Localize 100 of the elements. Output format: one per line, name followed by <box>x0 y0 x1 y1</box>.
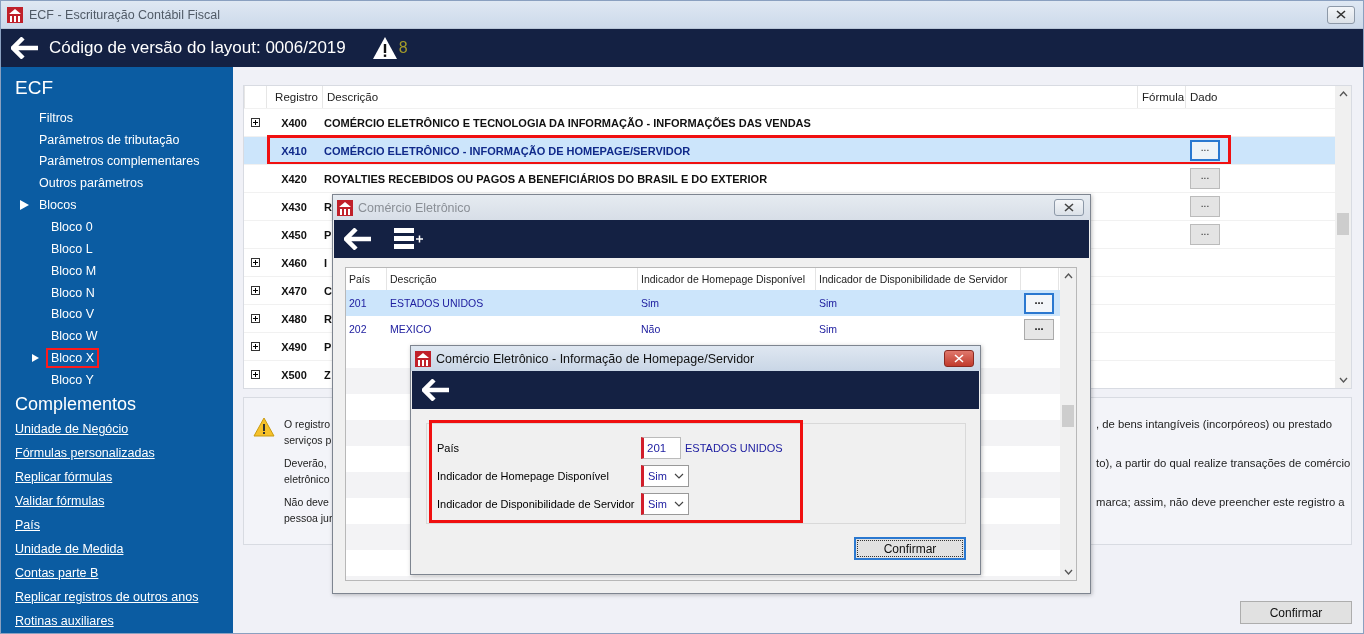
scroll-thumb[interactable] <box>1337 213 1349 235</box>
sidebar-heading: Complementos <box>14 392 138 416</box>
table-cell: COMÉRCIO ELETRÔNICO - INFORMAÇÃO DE HOMEPAGE/SERVIDOR <box>324 144 691 157</box>
table-cell-text: ESTADOS UNIDOS <box>389 297 485 309</box>
data-button[interactable]: ... <box>1190 224 1220 245</box>
table-cell-text: X400 <box>280 116 308 129</box>
warning-count: 8 <box>398 39 408 57</box>
table-row[interactable]: X420 ROYALTIES RECEBIDOS OU PAGOS A BENEFICIÁRIOS DO BRASIL E DO EXTERIOR ... <box>244 164 1335 192</box>
sidebar-item[interactable]: Blocos <box>34 195 82 216</box>
table-row[interactable]: X410 COMÉRCIO ELETRÔNICO - INFORMAÇÃO DE HOMEPAGE/SERVIDOR ... <box>244 136 1335 164</box>
expand-icon[interactable] <box>250 258 260 267</box>
close-button[interactable] <box>1327 5 1355 24</box>
sidebar-item[interactable]: Bloco L <box>46 238 98 259</box>
dropdown[interactable]: Sim <box>641 465 689 487</box>
dialog-title: Comércio Eletrônico <box>358 200 472 215</box>
expand-triangle-icon[interactable] <box>20 200 29 211</box>
table-row[interactable]: 201 ESTADOS UNIDOS Sim Sim ... <box>346 290 1060 316</box>
scroll-thumb[interactable] <box>1062 405 1074 427</box>
sidebar-item[interactable]: Bloco N <box>46 282 100 303</box>
confirm-button[interactable]: Confirmar <box>1240 601 1352 624</box>
info-text: O registro <box>284 417 331 432</box>
data-button[interactable]: ... <box>1190 196 1220 217</box>
data-button[interactable]: ... <box>1190 168 1220 189</box>
scroll-down-icon[interactable] <box>1063 569 1073 575</box>
sidebar-link[interactable]: Contas parte B <box>1 560 99 585</box>
sidebar-item[interactable]: Bloco X <box>46 348 100 369</box>
dialog-title: Comércio Eletrônico - Informação de Homepage/Servidor <box>436 351 756 366</box>
warning-icon <box>253 417 275 437</box>
sidebar-link[interactable]: Replicar registros de outros anos <box>1 584 199 609</box>
sidebar-link[interactable]: Unidade de Medida <box>1 536 124 561</box>
scrollbar[interactable] <box>1060 268 1076 580</box>
close-icon <box>954 354 964 363</box>
close-button[interactable] <box>1054 199 1084 216</box>
column-header[interactable]: Registro <box>266 86 322 108</box>
scroll-up-icon[interactable] <box>1063 273 1073 279</box>
close-button[interactable] <box>944 350 974 367</box>
chevron-down-icon <box>674 501 684 507</box>
field-label: Indicador de Disponibilidade de Servidor <box>437 498 636 510</box>
sidebar-item[interactable]: Bloco M <box>46 260 102 281</box>
sidebar-item[interactable]: Bloco V <box>46 304 100 325</box>
table-cell: R <box>324 200 332 213</box>
list-add-icon <box>394 227 424 251</box>
sidebar-link[interactable]: Validar fórmulas <box>1 488 105 513</box>
sidebar-item[interactable]: Parâmetros complementares <box>34 151 205 172</box>
table-cell-text: Sim <box>818 297 839 309</box>
table-cell-text: X410 <box>280 144 308 157</box>
edit-button[interactable]: ... <box>1024 318 1054 340</box>
info-text: to), a partir do qual realize transações de comércio <box>1096 456 1351 471</box>
sidebar-item[interactable]: Bloco W <box>46 326 103 347</box>
sidebar-item[interactable]: Bloco 0 <box>46 217 98 237</box>
scrollbar[interactable] <box>1335 86 1351 388</box>
sidebar-item[interactable]: Filtros <box>34 107 79 128</box>
sidebar-heading: ECF <box>14 76 54 100</box>
scroll-down-icon[interactable] <box>1338 377 1348 383</box>
info-text: eletrônico <box>284 472 330 487</box>
field-description: ESTADOS UNIDOS <box>685 442 783 454</box>
table-cell-text: X420 <box>280 172 308 185</box>
table-cell-text: Sim <box>818 323 839 335</box>
info-text: Deverão, <box>284 456 327 471</box>
warning-icon[interactable] <box>371 36 398 60</box>
input-field[interactable]: 201 <box>641 437 681 459</box>
info-text: serviços p <box>284 433 332 448</box>
table-cell-text: 201 <box>348 297 368 309</box>
scroll-up-icon[interactable] <box>1338 91 1348 97</box>
dropdown[interactable]: Sim <box>641 493 689 515</box>
table-cell-text: Sim <box>640 297 661 309</box>
expand-icon[interactable] <box>250 286 260 295</box>
table-cell-text: X470 <box>280 284 308 297</box>
edit-button[interactable]: ... <box>1024 292 1054 314</box>
table-cell: ROYALTIES RECEBIDOS OU PAGOS A BENEFICIÁRIOS DO BRASIL E DO EXTERIOR <box>324 172 768 185</box>
sidebar-item[interactable]: Outros parâmetros <box>34 173 149 194</box>
column-header[interactable]: Descrição <box>322 86 1137 108</box>
sidebar-link[interactable]: Unidade de Negócio <box>1 416 129 441</box>
expand-icon[interactable] <box>250 370 260 379</box>
table-cell: P <box>324 228 332 241</box>
expand-icon[interactable] <box>250 314 260 323</box>
table-cell: COMÉRCIO ELETRÔNICO E TECNOLOGIA DA INFORMAÇÃO - INFORMAÇÕES DAS VENDAS <box>324 116 811 129</box>
info-text: pessoa jur <box>284 511 333 526</box>
sidebar-link[interactable]: Fórmulas personalizadas <box>1 440 155 465</box>
sidebar-link[interactable]: País <box>1 512 40 537</box>
table-cell: I <box>324 256 328 269</box>
close-icon <box>1064 203 1074 212</box>
sidebar-link[interactable]: Rotinas auxiliares <box>1 608 114 633</box>
column-header[interactable]: Fórmula <box>1137 86 1185 108</box>
app-logo-icon <box>7 6 23 23</box>
sidebar-link[interactable]: Replicar fórmulas <box>1 464 113 489</box>
window-title: ECF - Escrituração Contábil Fiscal <box>29 7 222 22</box>
field-label: País <box>437 442 460 454</box>
sidebar-item[interactable]: Parâmetros de tributação <box>34 129 185 150</box>
table-cell: P <box>324 340 332 353</box>
sidebar-item[interactable]: Bloco Y <box>46 370 99 391</box>
table-row[interactable]: 202 MEXICO Não Sim ... <box>346 316 1060 342</box>
back-arrow-icon <box>344 228 372 250</box>
data-button[interactable]: ... <box>1190 140 1220 161</box>
back-arrow-icon <box>422 379 450 401</box>
confirm-button[interactable]: Confirmar <box>854 537 966 560</box>
table-cell-text: X450 <box>280 228 308 241</box>
expand-icon[interactable] <box>250 118 260 127</box>
expand-icon[interactable] <box>250 342 260 351</box>
chevron-down-icon <box>674 473 684 479</box>
